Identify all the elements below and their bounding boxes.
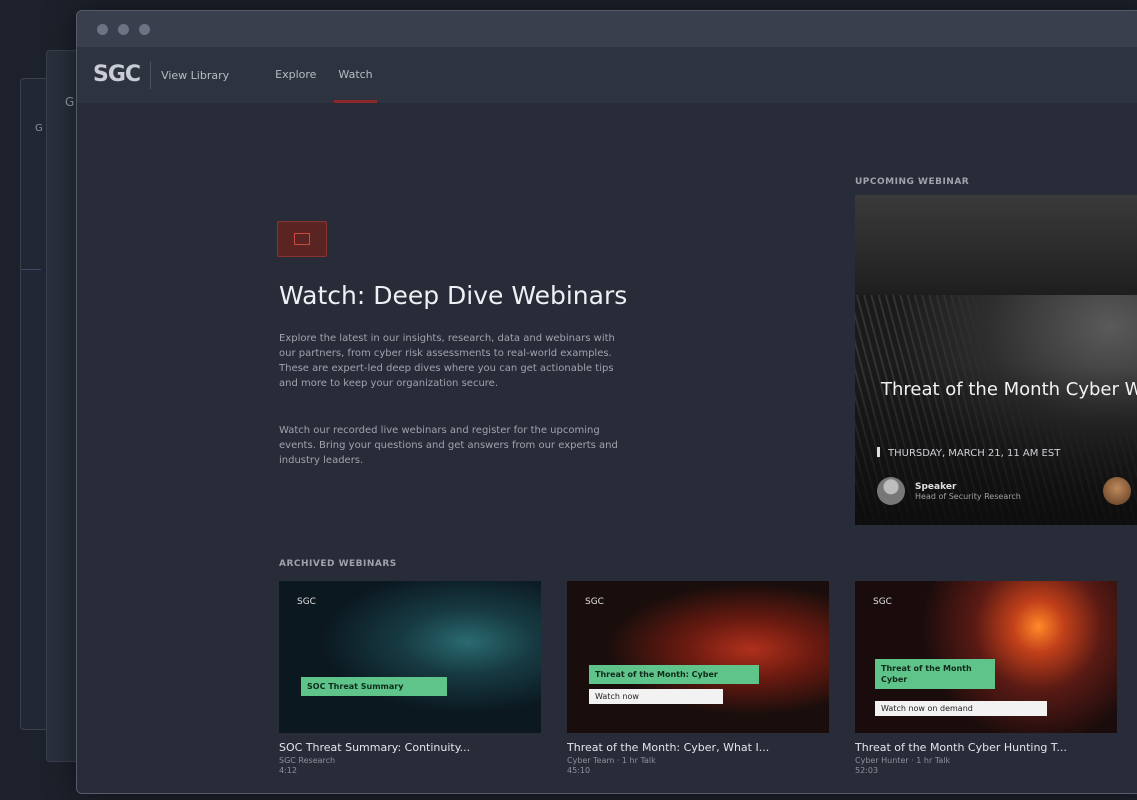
browser-window: SGC View Library Explore Watch Watch: De… xyxy=(76,10,1137,794)
background-window-logo: G xyxy=(65,95,76,109)
webinar-thumbnail[interactable]: SGC Threat of the Month Cyber Watch now … xyxy=(855,581,1117,733)
page-title: Watch: Deep Dive Webinars xyxy=(279,281,628,310)
speaker-info: Speaker Head of Security Research xyxy=(877,477,1021,505)
thumbnail-logo: SGC xyxy=(297,597,316,607)
thumbnail-subtitle: Watch now xyxy=(589,689,723,704)
archived-section-label: ARCHIVED WEBINARS xyxy=(279,559,397,569)
webinar-meta: Cyber Hunter · 1 hr Talk xyxy=(855,756,951,765)
thumbnail-title: Threat of the Month Cyber xyxy=(875,659,995,689)
webinar-meta: SGC Research xyxy=(279,756,336,765)
thumbnail-title: SOC Threat Summary xyxy=(301,677,447,696)
speaker-role: Head of Security Research xyxy=(915,491,1021,501)
divider xyxy=(21,269,41,270)
avatar xyxy=(877,477,905,505)
upcoming-section-label: UPCOMING WEBINAR xyxy=(855,177,970,187)
window-minimize-button[interactable] xyxy=(118,23,129,35)
upcoming-webinar-date: THURSDAY, MARCH 21, 11 AM EST xyxy=(877,447,1060,459)
tab-watch[interactable]: Watch xyxy=(334,47,377,103)
upcoming-webinar-title: Threat of the Month Cyber Warfare xyxy=(881,379,1137,400)
thumbnail-title: Threat of the Month: Cyber xyxy=(589,665,759,684)
thumbnail-subtitle: Watch now on demand xyxy=(875,701,1047,716)
webinar-thumbnail[interactable]: SGC SOC Threat Summary xyxy=(279,581,541,733)
webinar-title[interactable]: Threat of the Month Cyber Hunting T... xyxy=(855,741,1117,754)
thumbnail-logo: SGC xyxy=(873,597,892,607)
webinar-icon xyxy=(294,233,310,245)
window-maximize-button[interactable] xyxy=(139,23,150,35)
webinar-meta: Cyber Team · 1 hr Talk xyxy=(567,756,656,765)
hero-description-secondary: Watch our recorded live webinars and reg… xyxy=(279,425,618,466)
top-navigation: SGC View Library Explore Watch xyxy=(77,47,1137,104)
webinar-duration: 52:03 xyxy=(855,766,879,775)
webinar-badge xyxy=(277,221,327,257)
sgc-logo[interactable]: SGC xyxy=(93,61,152,89)
avatar xyxy=(1103,477,1131,505)
calendar-icon xyxy=(877,447,880,457)
hero-description: Explore the latest in our insights, rese… xyxy=(279,333,615,389)
archived-webinar-card[interactable]: SGC Threat of the Month Cyber Watch now … xyxy=(855,581,1117,775)
thumbnail-logo: SGC xyxy=(585,597,604,607)
webinar-duration: 45:10 xyxy=(567,766,591,775)
archived-webinar-card[interactable]: SGC SOC Threat Summary SOC Threat Summar… xyxy=(279,581,541,775)
archived-webinar-card[interactable]: SGC Threat of the Month: Cyber Watch now… xyxy=(567,581,829,775)
upcoming-webinar-card[interactable]: Threat of the Month Cyber Warfare THURSD… xyxy=(855,195,1137,525)
nav-view-library[interactable]: View Library xyxy=(161,69,229,82)
window-close-button[interactable] xyxy=(97,23,108,35)
webinar-thumbnail[interactable]: SGC Threat of the Month: Cyber Watch now xyxy=(567,581,829,733)
main-content: Watch: Deep Dive Webinars Explore the la… xyxy=(77,103,1137,793)
webinar-title[interactable]: Threat of the Month: Cyber, What I... xyxy=(567,741,829,754)
window-titlebar xyxy=(77,11,1137,47)
webinar-duration: 4:12 xyxy=(279,766,297,775)
tab-explore[interactable]: Explore xyxy=(275,47,316,103)
speaker-name: Speaker xyxy=(915,481,957,492)
date-text: THURSDAY, MARCH 21, 11 AM EST xyxy=(888,448,1061,459)
background-window-logo: G xyxy=(35,123,43,134)
webinar-title[interactable]: SOC Threat Summary: Continuity... xyxy=(279,741,541,754)
